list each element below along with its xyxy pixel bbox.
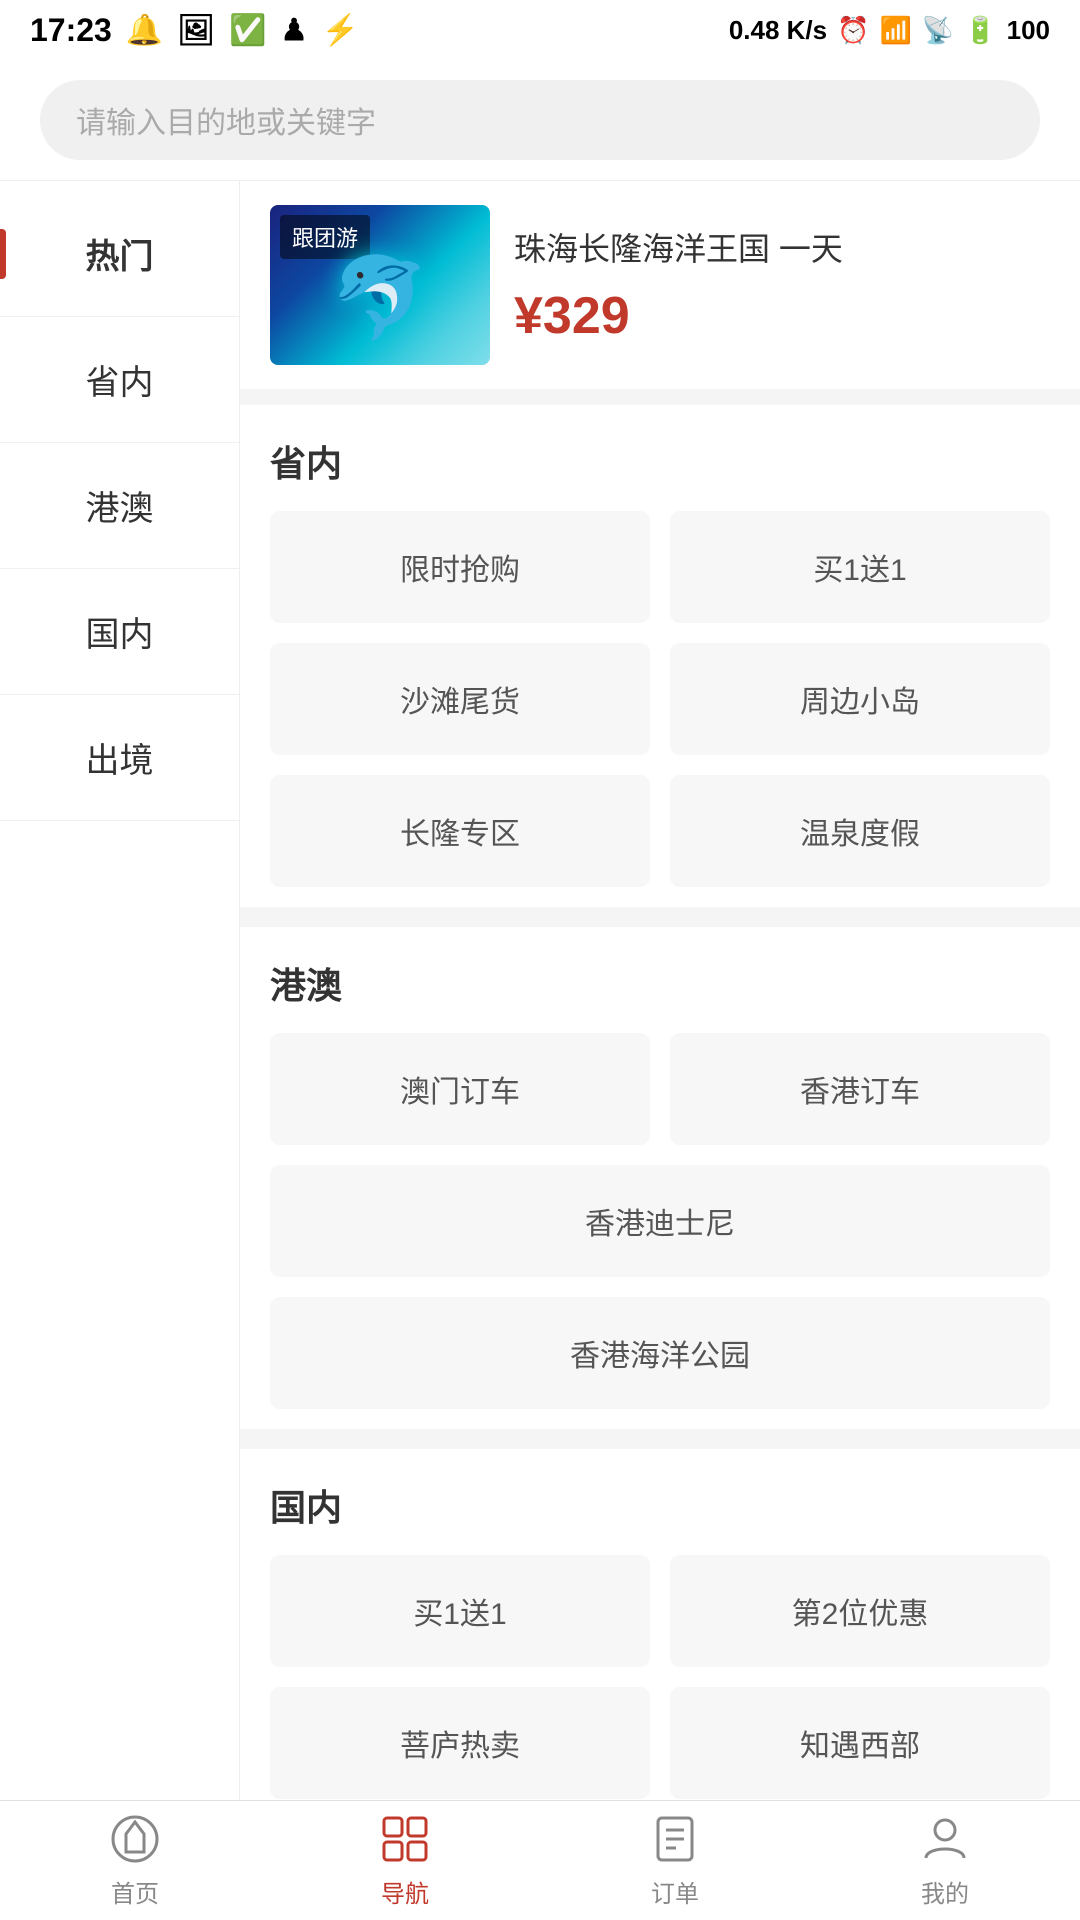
tag-item-west-tour[interactable]: 知遇西部 — [670, 1687, 1050, 1799]
tag-item-buy1get1[interactable]: 买1送1 — [670, 511, 1050, 623]
tag-grid-domestic: 买1送1 第2位优惠 菩庐热卖 知遇西部 — [270, 1555, 1050, 1799]
tag-grid-hkmo-disney: 香港迪士尼 香港海洋公园 — [270, 1165, 1050, 1409]
status-bar: 17:23 🔔 🖼 ✅ ♟ ⚡ 0.48 K/s ⏰ 📶 📡 🔋 100 — [0, 0, 1080, 60]
sidebar-item-overseas[interactable]: 出境 — [0, 695, 239, 821]
tag-item-second-discount[interactable]: 第2位优惠 — [670, 1555, 1050, 1667]
home-icon — [108, 1812, 162, 1866]
alarm-icon: ⏰ — [837, 15, 869, 46]
sidebar: 热门 省内 港澳 国内 出境 — [0, 181, 240, 1901]
tag-grid-hkmo: 澳门订车 香港订车 — [270, 1033, 1050, 1145]
tag-item-pulu-hot[interactable]: 菩庐热卖 — [270, 1687, 650, 1799]
usb-icon: ⚡ — [322, 13, 359, 48]
nav-item-order[interactable]: 订单 — [540, 1812, 810, 1909]
tag-item-flash-sale[interactable]: 限时抢购 — [270, 511, 650, 623]
search-input[interactable]: 请输入目的地或关键字 — [40, 80, 1040, 160]
section-title-hkmo: 港澳 — [270, 957, 1050, 1009]
featured-info: 珠海长隆海洋王国 一天 ¥329 — [514, 224, 1050, 346]
sidebar-item-hkmo[interactable]: 港澳 — [0, 443, 239, 569]
featured-card[interactable]: 跟团游 🐬 珠海长隆海洋王国 一天 ¥329 — [240, 181, 1080, 389]
nav-grid-icon — [378, 1812, 432, 1866]
status-right: 0.48 K/s ⏰ 📶 📡 🔋 100 — [729, 15, 1050, 46]
wifi-icon: 📶 — [879, 15, 911, 46]
featured-price: ¥329 — [514, 286, 1050, 346]
battery-icon: 🔋 — [964, 15, 996, 46]
search-placeholder: 请输入目的地或关键字 — [76, 107, 376, 140]
tag-item-beach[interactable]: 沙滩尾货 — [270, 643, 650, 755]
main-layout: 热门 省内 港澳 国内 出境 跟团游 🐬 珠海长隆海洋王国 一天 ¥329 — [0, 181, 1080, 1901]
dolphin-icon: 🐬 — [330, 251, 430, 345]
sidebar-item-province[interactable]: 省内 — [0, 317, 239, 443]
nav-label-nav: 导航 — [381, 1874, 429, 1909]
person-icon: ♟ — [281, 13, 308, 48]
speed-indicator: 0.48 K/s — [729, 15, 827, 46]
image-icon: 🖼 — [177, 13, 215, 48]
tag-item-chimelong[interactable]: 长隆专区 — [270, 775, 650, 887]
bottom-nav: 首页 导航 订单 — [0, 1800, 1080, 1920]
nav-label-order: 订单 — [651, 1874, 699, 1909]
tag-item-hk-car[interactable]: 香港订车 — [670, 1033, 1050, 1145]
person-nav-icon — [918, 1812, 972, 1866]
nav-item-mine[interactable]: 我的 — [810, 1812, 1080, 1909]
tag-item-hk-ocean[interactable]: 香港海洋公园 — [270, 1297, 1050, 1409]
battery-level: 100 — [1007, 15, 1050, 46]
section-domestic: 国内 买1送1 第2位优惠 菩庐热卖 知遇西部 — [240, 1449, 1080, 1819]
tag-grid-province: 限时抢购 买1送1 沙滩尾货 周边小岛 长隆专区 温泉度假 — [270, 511, 1050, 887]
tag-item-hotspring[interactable]: 温泉度假 — [670, 775, 1050, 887]
signal-icon: 📡 — [922, 15, 954, 46]
order-icon — [648, 1812, 702, 1866]
nav-item-home[interactable]: 首页 — [0, 1812, 270, 1909]
notification-icon: 🔔 — [126, 13, 163, 48]
nav-label-mine: 我的 — [921, 1874, 969, 1909]
tag-item-hk-disney[interactable]: 香港迪士尼 — [270, 1165, 1050, 1277]
status-left: 17:23 🔔 🖼 ✅ ♟ ⚡ — [30, 12, 359, 49]
nav-item-nav[interactable]: 导航 — [270, 1812, 540, 1909]
section-province: 省内 限时抢购 买1送1 沙滩尾货 周边小岛 长隆专区 温泉度假 — [240, 405, 1080, 907]
tag-item-island[interactable]: 周边小岛 — [670, 643, 1050, 755]
featured-image: 跟团游 🐬 — [270, 205, 490, 365]
featured-title: 珠海长隆海洋王国 一天 — [514, 224, 1050, 270]
section-title-province: 省内 — [270, 435, 1050, 487]
sidebar-item-hot[interactable]: 热门 — [0, 191, 239, 317]
tag-item-macau-car[interactable]: 澳门订车 — [270, 1033, 650, 1145]
status-time: 17:23 — [30, 12, 112, 49]
tag-item-domestic-buy1get1[interactable]: 买1送1 — [270, 1555, 650, 1667]
section-hkmo: 港澳 澳门订车 香港订车 香港迪士尼 香港海洋公园 — [240, 927, 1080, 1429]
nav-label-home: 首页 — [111, 1874, 159, 1909]
section-title-domestic: 国内 — [270, 1479, 1050, 1531]
search-bar-container: 请输入目的地或关键字 — [0, 60, 1080, 181]
sidebar-item-domestic[interactable]: 国内 — [0, 569, 239, 695]
content-area: 跟团游 🐬 珠海长隆海洋王国 一天 ¥329 省内 限时抢购 买1送1 沙滩尾货 — [240, 181, 1080, 1901]
check-icon: ✅ — [229, 13, 266, 48]
